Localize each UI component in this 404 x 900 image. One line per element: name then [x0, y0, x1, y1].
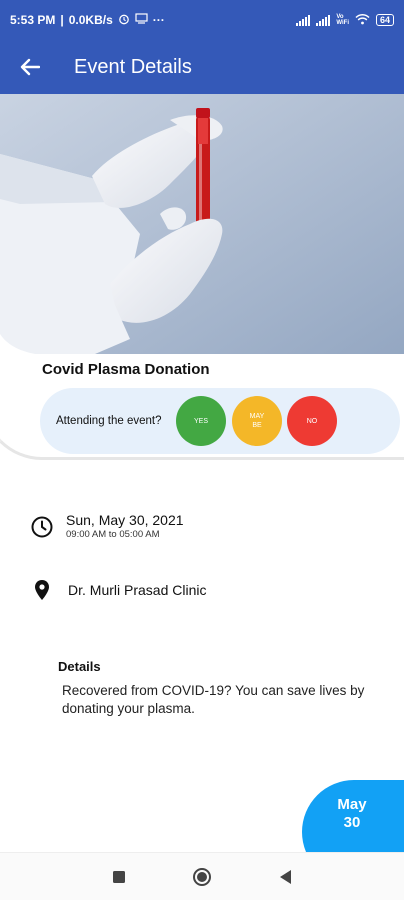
- rsvp-prompt: Attending the event?: [56, 415, 162, 427]
- status-speed: 0.0KB/s: [68, 13, 113, 27]
- screen: 5:53 PM | 0.0KB/s ··· Vo WiFi 64 Event D…: [0, 0, 404, 900]
- arrow-left-icon: [20, 58, 40, 76]
- back-button[interactable]: [0, 40, 60, 94]
- details-heading: Details: [58, 659, 101, 674]
- rsvp-panel: Attending the event? YES MAY BE NO: [40, 388, 400, 454]
- event-card: Covid Plasma Donation Attending the even…: [0, 355, 404, 460]
- system-nav-bar: [0, 852, 404, 900]
- signal-2-icon: [316, 14, 331, 26]
- signal-1-icon: [296, 14, 311, 26]
- more-dots: ···: [152, 13, 165, 27]
- details-body: Recovered from COVID-19? You can save li…: [62, 683, 365, 716]
- event-hero-image: [0, 94, 404, 354]
- event-location: Dr. Murli Prasad Clinic: [68, 582, 207, 598]
- location-pin-icon: [35, 580, 49, 600]
- rsvp-maybe-label: MAY BE: [250, 412, 265, 430]
- event-date: Sun, May 30, 2021: [66, 512, 184, 528]
- alarm-icon: [118, 13, 130, 28]
- rsvp-no-button[interactable]: NO: [287, 396, 337, 446]
- page-title: Event Details: [74, 55, 192, 78]
- event-location-row[interactable]: Dr. Murli Prasad Clinic: [30, 578, 206, 602]
- screen-cast-icon: [135, 13, 148, 27]
- status-separator: |: [60, 13, 64, 27]
- rsvp-maybe-button[interactable]: MAY BE: [232, 396, 282, 446]
- app-bar: Event Details: [0, 40, 404, 94]
- date-badge-month: May: [337, 796, 367, 813]
- status-right: Vo WiFi 64: [296, 13, 394, 28]
- event-time-range: 09:00 AM to 05:00 AM: [66, 529, 160, 540]
- status-time: 5:53 PM: [10, 13, 56, 27]
- event-title: Covid Plasma Donation: [42, 361, 210, 378]
- rsvp-maybe-line-2: BE: [252, 422, 262, 429]
- status-bar: 5:53 PM | 0.0KB/s ··· Vo WiFi 64: [0, 0, 404, 40]
- status-left: 5:53 PM | 0.0KB/s ···: [10, 13, 165, 28]
- triangle-back-icon[interactable]: [278, 869, 292, 885]
- date-badge-day: 30: [343, 814, 361, 831]
- rsvp-maybe-line-1: MAY: [249, 413, 265, 420]
- clock-icon: [31, 516, 53, 538]
- vowifi-bottom: WiFi: [336, 20, 349, 26]
- date-text: Sun, May 30, 2021 09:00 AM to 05:00 AM: [66, 512, 184, 540]
- vowifi-icon: Vo WiFi: [336, 14, 349, 26]
- square-icon[interactable]: [112, 870, 126, 884]
- circle-icon[interactable]: [192, 867, 212, 887]
- event-date-row: Sun, May 30, 2021 09:00 AM to 05:00 AM: [30, 512, 184, 540]
- battery-icon: 64: [375, 14, 394, 26]
- wifi-icon: [355, 13, 370, 28]
- rsvp-yes-button[interactable]: YES: [176, 396, 226, 446]
